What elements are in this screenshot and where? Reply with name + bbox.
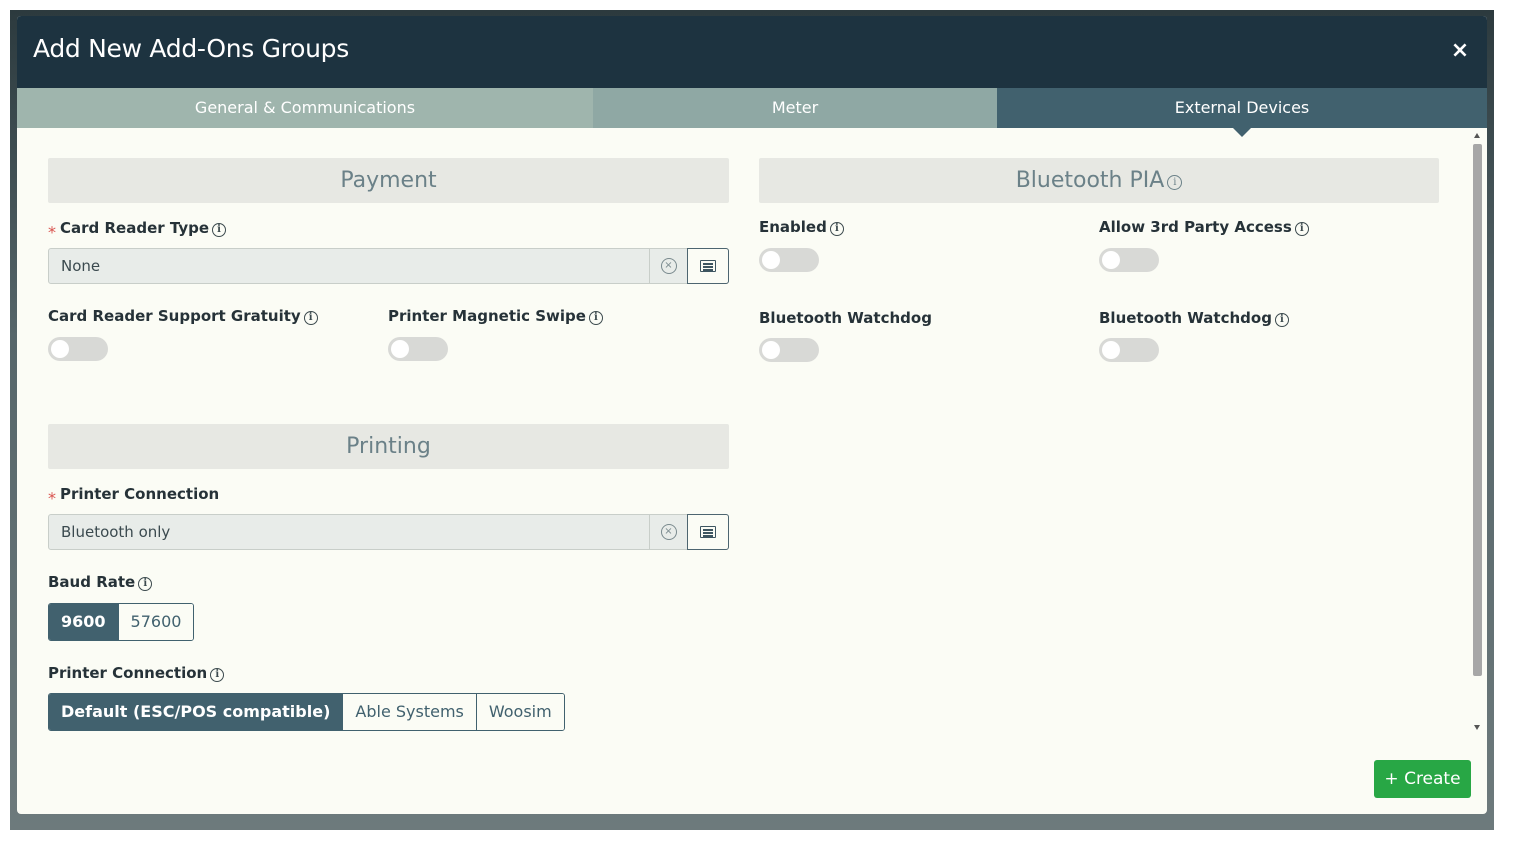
clear-selection-button[interactable]: × bbox=[649, 249, 687, 283]
printer-magnetic-swipe-label: Printer Magnetic Swipe i bbox=[388, 307, 603, 325]
info-icon[interactable]: i bbox=[829, 222, 844, 236]
printing-section-title: Printing bbox=[346, 434, 431, 459]
bluetooth-watchdog-label-2: Bluetooth Watchdog i bbox=[1099, 309, 1289, 327]
printer-connection-select[interactable]: Bluetooth only × bbox=[48, 514, 729, 550]
scroll-up-arrow-icon[interactable] bbox=[1474, 133, 1480, 138]
card-reader-type-select[interactable]: None × bbox=[48, 248, 729, 284]
modal-title: Add New Add-Ons Groups bbox=[33, 34, 349, 63]
tab-bar: General & Communications Meter External … bbox=[17, 88, 1487, 137]
printer-connection-type-label: Printer Connection i bbox=[48, 664, 225, 682]
bluetooth-pia-section-header: Bluetooth PIA i bbox=[759, 158, 1439, 203]
vertical-scrollbar[interactable] bbox=[1472, 130, 1483, 732]
required-asterisk-icon: ⁎ bbox=[48, 484, 56, 503]
printer-connection-type-button-group: Default (ESC/POS compatible) Able System… bbox=[48, 693, 565, 731]
baud-rate-9600-button[interactable]: 9600 bbox=[49, 604, 119, 640]
printer-connection-select-label: ⁎ Printer Connection bbox=[48, 484, 220, 503]
clear-icon: × bbox=[660, 524, 677, 540]
allow-3rd-party-access-label: Allow 3rd Party Access i bbox=[1099, 218, 1309, 236]
open-list-button[interactable] bbox=[687, 248, 729, 284]
scroll-down-arrow-icon[interactable] bbox=[1474, 725, 1480, 730]
connection-default-escpos-button[interactable]: Default (ESC/POS compatible) bbox=[49, 694, 344, 730]
clear-selection-button[interactable]: × bbox=[649, 515, 687, 549]
info-icon[interactable]: i bbox=[1167, 175, 1183, 190]
bluetooth-enabled-toggle[interactable] bbox=[759, 248, 819, 272]
connection-woosim-button[interactable]: Woosim bbox=[476, 694, 564, 730]
tab-external-devices[interactable]: External Devices bbox=[997, 88, 1487, 137]
bluetooth-watchdog-toggle-2[interactable] bbox=[1099, 338, 1159, 362]
connection-able-systems-button[interactable]: Able Systems bbox=[343, 694, 477, 730]
bluetooth-watchdog-toggle[interactable] bbox=[759, 338, 819, 362]
scroll-thumb[interactable] bbox=[1473, 144, 1482, 676]
bluetooth-enabled-label: Enabled i bbox=[759, 218, 844, 236]
clear-icon: × bbox=[660, 258, 677, 274]
info-icon[interactable]: i bbox=[303, 311, 318, 325]
info-icon[interactable]: i bbox=[212, 223, 227, 237]
close-icon[interactable]: × bbox=[1447, 38, 1473, 64]
info-icon[interactable]: i bbox=[588, 311, 603, 325]
tab-meter[interactable]: Meter bbox=[593, 88, 997, 128]
card-reader-type-label: ⁎ Card Reader Type i bbox=[48, 218, 227, 237]
list-icon bbox=[700, 260, 716, 272]
modal-header: Add New Add-Ons Groups × bbox=[17, 16, 1487, 88]
allow-3rd-party-access-toggle[interactable] bbox=[1099, 248, 1159, 272]
baud-rate-label: Baud Rate i bbox=[48, 573, 153, 591]
add-addons-group-modal: Add New Add-Ons Groups × General & Commu… bbox=[17, 16, 1487, 814]
baud-rate-57600-button[interactable]: 57600 bbox=[118, 604, 194, 640]
card-reader-gratuity-toggle[interactable] bbox=[48, 337, 108, 361]
card-reader-type-value[interactable]: None bbox=[49, 249, 649, 283]
printer-magnetic-swipe-toggle[interactable] bbox=[388, 337, 448, 361]
info-icon[interactable]: i bbox=[1274, 313, 1289, 327]
info-icon[interactable]: i bbox=[210, 668, 225, 682]
list-icon bbox=[700, 526, 716, 538]
bluetooth-watchdog-label: Bluetooth Watchdog bbox=[759, 309, 932, 327]
info-icon[interactable]: i bbox=[1294, 222, 1309, 236]
required-asterisk-icon: ⁎ bbox=[48, 218, 56, 237]
bluetooth-pia-section-title: Bluetooth PIA bbox=[1015, 168, 1165, 193]
printing-section-header: Printing bbox=[48, 424, 729, 469]
payment-section-header: Payment bbox=[48, 158, 729, 203]
open-list-button[interactable] bbox=[687, 514, 729, 550]
card-reader-gratuity-label: Card Reader Support Gratuity i bbox=[48, 307, 318, 325]
baud-rate-button-group: 9600 57600 bbox=[48, 603, 195, 641]
payment-section-title: Payment bbox=[340, 168, 437, 193]
info-icon[interactable]: i bbox=[138, 577, 153, 591]
tab-general-communications[interactable]: General & Communications bbox=[17, 88, 593, 128]
printer-connection-value[interactable]: Bluetooth only bbox=[49, 515, 649, 549]
create-button[interactable]: + Create bbox=[1374, 760, 1471, 798]
